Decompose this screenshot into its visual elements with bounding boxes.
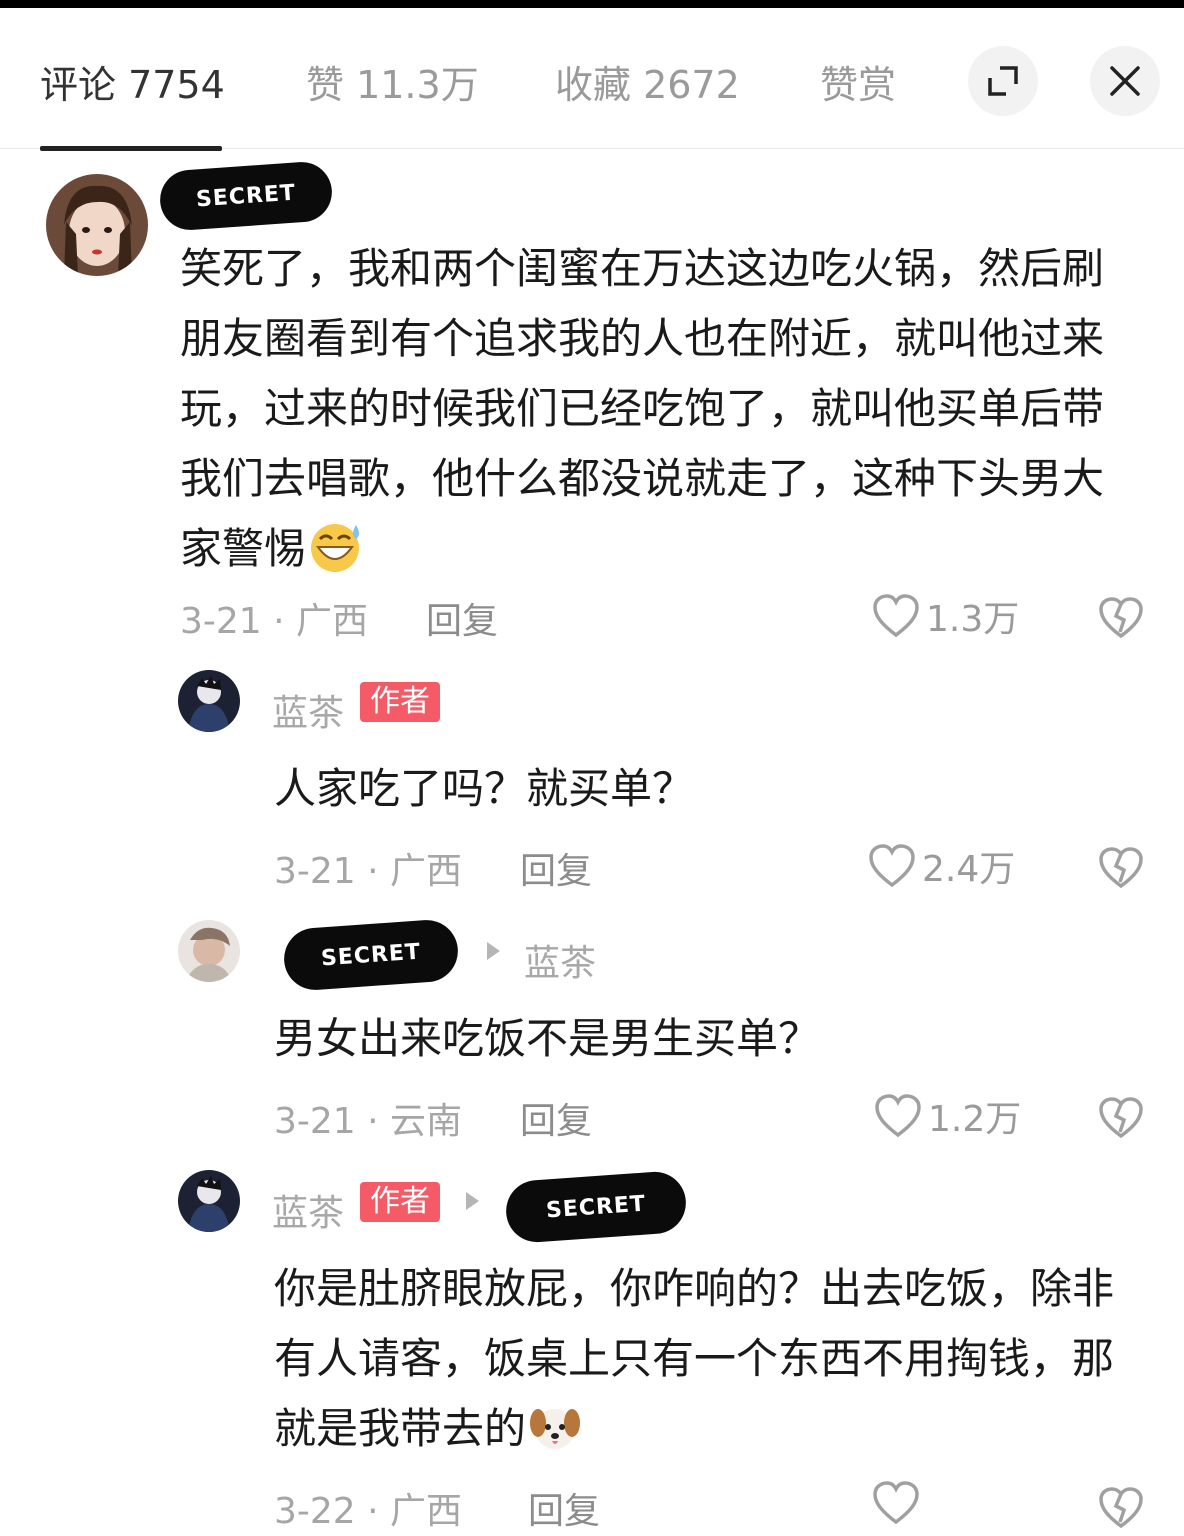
comment-text: 笑死了，我和两个闺蜜在万达这边吃火锅，然后刷朋友圈看到有个追求我的人也在附近，就… [180,234,1130,584]
tab-favorites[interactable]: 收藏 2672 [555,54,740,109]
reply-button[interactable]: 回复 [426,592,498,644]
heart-icon [869,844,915,888]
redacted-username: SECRET [504,1169,688,1245]
comment-meta: 3-22 · 广西 [274,1491,463,1532]
dislike-button[interactable] [1098,1096,1144,1144]
redacted-username: SECRET [158,160,334,232]
avatar[interactable] [178,670,240,732]
comment-region: 广西 [390,1491,463,1532]
like-button[interactable]: 2.4万 [868,840,1015,892]
expand-icon [988,66,1018,96]
top-edge [0,0,1184,8]
broken-heart-icon [1099,847,1143,889]
comment-text: 男女出来吃饭不是男生买单？ [274,1014,821,1063]
broken-heart-icon [1099,1097,1143,1139]
dislike-button[interactable] [1098,846,1144,894]
username[interactable]: 蓝茶 [272,684,344,736]
avatar[interactable] [178,920,240,982]
dog-emoji-icon [530,1409,581,1449]
broken-heart-icon [1099,597,1143,639]
close-icon [1110,66,1140,96]
comment-date: 3-21 [180,601,262,642]
reply-button[interactable]: 回复 [528,1482,600,1534]
tab-comments[interactable]: 评论 7754 [40,54,225,109]
reply-button[interactable]: 回复 [520,842,592,894]
broken-heart-icon [1099,1487,1143,1529]
grinning-sweat-emoji-icon [311,524,360,572]
heart-icon [873,1481,919,1525]
comment-region: 广西 [390,851,463,892]
reply-to-username[interactable]: 蓝茶 [524,934,596,986]
avatar-image [46,174,148,276]
username[interactable]: 蓝茶 [272,1184,344,1236]
dislike-button[interactable] [1098,596,1144,644]
tab-tips[interactable]: 赞赏 [820,54,896,109]
comment-text: 你是肚脐眼放屁，你咋响的？出去吃饭，除非有人请客，饭桌上只有一个东西不用掏钱，那… [274,1254,1134,1464]
tab-fade [905,68,925,108]
like-button[interactable]: 1.2万 [874,1090,1021,1142]
author-badge: 作者 [360,1182,440,1222]
like-count: 2.4万 [922,849,1016,890]
author-badge: 作者 [360,682,440,722]
comment-meta: 3-21 · 云南 [274,1101,463,1142]
avatar-image [178,670,240,732]
reply-arrow-icon [487,942,500,960]
heart-icon [873,594,919,638]
comment-date: 3-21 [274,851,356,892]
comment-region: 云南 [390,1101,463,1142]
avatar[interactable] [178,1170,240,1232]
comment-date: 3-21 [274,1101,356,1142]
like-button[interactable]: 1.3万 [872,590,1019,642]
avatar-image [178,920,240,982]
like-button[interactable] [872,1480,920,1526]
like-count: 1.2万 [928,1099,1022,1140]
tab-bar: 评论 7754 赞 11.3万 收藏 2672 赞赏 [0,8,1184,151]
comment-text-body: 你是肚脐眼放屁，你咋响的？出去吃饭，除非有人请客，饭桌上只有一个东西不用掏钱，那… [274,1264,1115,1453]
expand-button[interactable] [968,46,1038,116]
dislike-button[interactable] [1098,1486,1144,1534]
comment-region: 广西 [296,601,369,642]
avatar-image [178,1170,240,1232]
avatar[interactable] [46,174,148,276]
tab-likes[interactable]: 赞 11.3万 [306,54,479,109]
reply-arrow-icon [466,1192,479,1210]
heart-icon [875,1094,921,1138]
close-button[interactable] [1090,46,1160,116]
comment-date: 3-22 [274,1491,356,1532]
comment-text: 人家吃了吗？就买单？ [274,764,695,813]
redacted-username: SECRET [282,918,460,992]
comment-meta: 3-21 · 广西 [180,601,369,642]
comment-meta: 3-21 · 广西 [274,851,463,892]
active-tab-indicator [40,146,222,151]
reply-button[interactable]: 回复 [520,1092,592,1144]
comment-sheet: 评论 7754 赞 11.3万 收藏 2672 赞赏 SECRET 笑死了，我和… [0,8,1184,1536]
like-count: 1.3万 [926,599,1020,640]
